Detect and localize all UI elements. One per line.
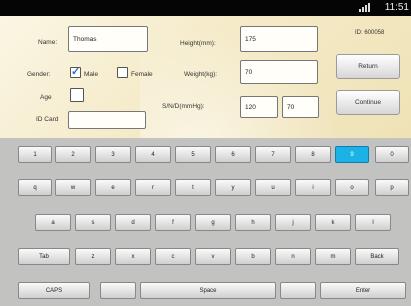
- weight-label: Weight(kg):: [184, 71, 218, 78]
- blood-pressure-label: S/N/D(mmHg):: [162, 103, 205, 110]
- key-0[interactable]: 0: [375, 146, 409, 163]
- age-label: Age: [40, 94, 52, 101]
- key-z[interactable]: z: [75, 248, 111, 265]
- key-7[interactable]: 7: [255, 146, 291, 163]
- key-l[interactable]: l: [355, 214, 391, 231]
- key-9[interactable]: 9: [335, 146, 369, 163]
- diastolic-field[interactable]: 70: [282, 96, 319, 118]
- gender-label: Gender:: [27, 71, 51, 78]
- key-b[interactable]: b: [235, 248, 271, 265]
- status-time: 11:51: [384, 2, 409, 13]
- key-c[interactable]: c: [155, 248, 191, 265]
- male-label: Male: [84, 71, 99, 78]
- key-e[interactable]: e: [95, 179, 131, 196]
- key-tab[interactable]: Tab: [18, 248, 70, 265]
- key-k[interactable]: k: [315, 214, 351, 231]
- key-space[interactable]: Space: [140, 282, 276, 299]
- key-s[interactable]: s: [75, 214, 111, 231]
- key-enter[interactable]: Enter: [320, 282, 406, 299]
- name-field[interactable]: Thomas: [68, 26, 148, 52]
- key-i[interactable]: i: [295, 179, 331, 196]
- key-5[interactable]: 5: [175, 146, 211, 163]
- key-f[interactable]: f: [155, 214, 191, 231]
- key-2[interactable]: 2: [55, 146, 91, 163]
- key-blank4-1[interactable]: [100, 282, 136, 299]
- key-blank4-3[interactable]: [280, 282, 316, 299]
- key-x[interactable]: x: [115, 248, 151, 265]
- key-t[interactable]: t: [175, 179, 211, 196]
- key-caps[interactable]: CAPS: [18, 282, 90, 299]
- key-a[interactable]: a: [35, 214, 71, 231]
- idcard-field[interactable]: [68, 111, 146, 129]
- male-checkbox[interactable]: [70, 65, 81, 78]
- key-8[interactable]: 8: [295, 146, 331, 163]
- female-checkbox[interactable]: [117, 67, 128, 78]
- key-1[interactable]: 1: [18, 146, 52, 163]
- name-label: Name:: [38, 39, 58, 46]
- key-m[interactable]: m: [315, 248, 351, 265]
- signal-icon: [359, 3, 370, 12]
- id-label: ID: 600058: [355, 30, 385, 36]
- key-g[interactable]: g: [195, 214, 231, 231]
- height-field[interactable]: 175: [240, 26, 318, 52]
- key-n[interactable]: n: [275, 248, 311, 265]
- return-button[interactable]: Return: [336, 54, 400, 79]
- female-label: Female: [131, 71, 153, 78]
- key-3[interactable]: 3: [95, 146, 131, 163]
- patient-form: Name: Thomas Height(mm): 175 ID: 600058 …: [0, 16, 411, 146]
- key-w[interactable]: w: [55, 179, 91, 196]
- key-y[interactable]: y: [215, 179, 251, 196]
- key-d[interactable]: d: [115, 214, 151, 231]
- idcard-label: ID Card: [36, 116, 59, 123]
- status-bar: 11:51: [0, 0, 411, 16]
- continue-button[interactable]: Continue: [336, 90, 400, 115]
- key-j[interactable]: j: [275, 214, 311, 231]
- virtual-keyboard: 1 2 3 4 5 6 7 8 9 0 q w e r t y u i o p a s d f g h j k l Tab z x c v b n m B…: [0, 138, 411, 306]
- key-v[interactable]: v: [195, 248, 231, 265]
- height-label: Height(mm):: [180, 40, 216, 47]
- key-o[interactable]: o: [335, 179, 369, 196]
- key-back[interactable]: Back: [355, 248, 399, 265]
- age-field[interactable]: [70, 88, 84, 102]
- key-r[interactable]: r: [135, 179, 171, 196]
- key-4[interactable]: 4: [135, 146, 171, 163]
- key-q[interactable]: q: [18, 179, 52, 196]
- key-h[interactable]: h: [235, 214, 271, 231]
- key-6[interactable]: 6: [215, 146, 251, 163]
- systolic-field[interactable]: 120: [240, 96, 278, 118]
- key-u[interactable]: u: [255, 179, 291, 196]
- weight-field[interactable]: 70: [240, 60, 318, 84]
- key-p[interactable]: p: [375, 179, 409, 196]
